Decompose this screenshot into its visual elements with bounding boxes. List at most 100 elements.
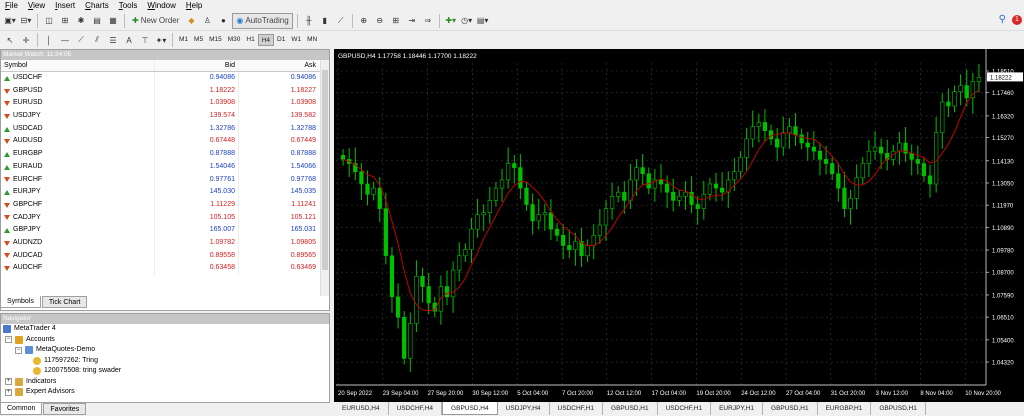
timeframe-mn[interactable]: MN <box>304 34 320 46</box>
autoscroll-icon[interactable]: ⇒ <box>421 13 435 29</box>
market-watch-icon[interactable]: ◫ <box>42 13 56 29</box>
symbol-column-header[interactable]: Symbol <box>1 60 155 71</box>
market-watch-row[interactable]: USDCHF 0.94086 0.94086 <box>1 72 329 85</box>
market-watch-row[interactable]: AUDUSD 0.67448 0.67449 <box>1 135 329 149</box>
chart-tab[interactable]: GBPUSD,H1 <box>603 402 658 415</box>
chart-shift-icon[interactable]: ⇥ <box>405 13 419 29</box>
market-watch-row[interactable]: CADJPY 105.105 105.121 <box>1 211 329 225</box>
tab-symbols[interactable]: Symbols <box>0 296 41 308</box>
market-icon[interactable]: ● <box>216 13 230 29</box>
market-watch-row[interactable]: EURUSD 1.03908 1.03908 <box>1 97 329 111</box>
chart-tab[interactable]: EURGBP,H1 <box>817 402 872 415</box>
zoom-in-icon[interactable]: ⊕ <box>357 13 371 29</box>
timeframe-m15[interactable]: M15 <box>206 34 225 46</box>
chart-tab[interactable]: USDCHF,H1 <box>657 402 712 415</box>
new-order-button[interactable]: ✚ New Order <box>129 13 182 29</box>
fibonacci-icon[interactable]: ☰ <box>106 32 120 48</box>
tab-favorites[interactable]: Favorites <box>43 403 87 415</box>
market-watch-row[interactable]: EURAUD 1.54046 1.54066 <box>1 160 329 174</box>
zoom-out-icon[interactable]: ⊖ <box>373 13 387 29</box>
market-watch-row[interactable]: AUDCAD 0.89558 0.89565 <box>1 249 329 263</box>
market-watch-row[interactable]: EURJPY 145.030 145.035 <box>1 186 329 199</box>
expand-icon[interactable]: + <box>5 378 12 386</box>
menu-charts[interactable]: Charts <box>80 0 114 11</box>
market-watch-row[interactable]: EURCHF 0.97761 0.97768 <box>1 173 329 187</box>
search-icon[interactable]: ⚲ <box>999 14 1006 25</box>
tile-windows-icon[interactable]: ⊞ <box>389 13 403 29</box>
candlestick-icon[interactable]: ▮ <box>318 13 332 29</box>
market-watch-scrollbar[interactable] <box>320 60 329 296</box>
market-watch-row[interactable]: AUDCHF 0.63458 0.63469 <box>1 262 329 275</box>
market-watch-row[interactable]: USDCAD 1.32786 1.32788 <box>1 122 329 136</box>
market-watch-row[interactable]: GBPJPY 165.007 165.031 <box>1 224 329 237</box>
collapse-icon[interactable]: − <box>5 336 12 344</box>
collapse-icon[interactable]: − <box>15 346 22 354</box>
chart-tab[interactable]: GBPUSD,H4 <box>442 402 498 415</box>
nav-indicators[interactable]: + Indicators <box>1 377 329 388</box>
timeframe-d1[interactable]: D1 <box>274 34 288 46</box>
cursor-icon[interactable]: ↖ <box>3 32 17 48</box>
ask-column-header[interactable]: Ask <box>239 60 319 71</box>
periods-icon[interactable]: ◷▾ <box>460 13 474 29</box>
chart-tab[interactable]: USDCHF,H1 <box>549 402 604 415</box>
timeframe-h1[interactable]: H1 <box>243 34 257 46</box>
menu-help[interactable]: Help <box>181 0 207 11</box>
menu-window[interactable]: Window <box>142 0 180 11</box>
chart-tab[interactable]: USDCHF,H4 <box>388 402 443 415</box>
price-chart[interactable]: 1.185101.174601.163201.152701.141301.130… <box>334 49 1024 402</box>
trendline-icon[interactable]: ⟋ <box>74 32 88 48</box>
expand-icon[interactable]: + <box>5 388 12 396</box>
timeframe-m5[interactable]: M5 <box>191 34 206 46</box>
chart-tab[interactable]: USDJPY,H4 <box>497 402 550 415</box>
tab-tick-chart[interactable]: Tick Chart <box>41 296 88 308</box>
bid-column-header[interactable]: Bid <box>155 60 239 71</box>
bar-chart-icon[interactable]: ╫ <box>302 13 316 29</box>
timeframe-h4[interactable]: H4 <box>257 34 274 46</box>
signals-icon[interactable]: ♙ <box>200 13 214 29</box>
nav-experts[interactable]: + Expert Advisors <box>1 387 329 398</box>
indicators-icon[interactable]: ✚▾ <box>444 13 458 29</box>
chart-window[interactable]: 1.185101.174601.163201.152701.141301.130… <box>334 49 1024 416</box>
timeframe-w1[interactable]: W1 <box>288 34 304 46</box>
market-watch-row[interactable]: GBPCHF 1.11229 1.11241 <box>1 198 329 212</box>
new-chart-icon[interactable]: ▣▾ <box>3 13 17 29</box>
chart-tab[interactable]: GBPUSD,H1 <box>763 402 818 415</box>
market-watch-row[interactable]: GBPUSD 1.18222 1.18227 <box>1 84 329 98</box>
chart-tab[interactable]: EURUSD,H4 <box>334 402 389 415</box>
nav-root[interactable]: MetaTrader 4 <box>1 324 329 335</box>
nav-accounts[interactable]: − Accounts <box>1 335 329 346</box>
horizontal-line-icon[interactable]: — <box>58 32 72 48</box>
chart-tab[interactable]: EURJPY,H1 <box>711 402 764 415</box>
templates-icon[interactable]: ▤▾ <box>476 13 490 29</box>
notification-icon[interactable]: 1 <box>1012 14 1022 25</box>
nav-server[interactable]: − MetaQuotes-Demo <box>1 345 329 356</box>
menu-insert[interactable]: Insert <box>50 0 80 11</box>
autotrading-button[interactable]: ◉ AutoTrading <box>232 12 293 29</box>
market-watch-row[interactable]: USDJPY 139.574 139.582 <box>1 110 329 123</box>
channel-icon[interactable]: ⫽ <box>90 32 104 48</box>
crosshair-icon[interactable]: ✛ <box>19 32 33 48</box>
market-watch-row[interactable]: AUDNZD 1.09782 1.09805 <box>1 236 329 250</box>
metaeditor-icon[interactable]: ◆ <box>184 13 198 29</box>
menu-file[interactable]: File <box>0 0 23 11</box>
profiles-icon[interactable]: ⊟▾ <box>19 13 33 29</box>
market-watch-row[interactable]: EURGBP 0.87888 0.87888 <box>1 148 329 161</box>
timeframe-m30[interactable]: M30 <box>225 34 244 46</box>
menu-view[interactable]: View <box>23 0 50 11</box>
text-icon[interactable]: A <box>122 32 136 48</box>
navigator-icon[interactable]: ✱ <box>74 13 88 29</box>
label-icon[interactable]: ⊤ <box>138 32 152 48</box>
tab-common[interactable]: Common <box>0 403 43 415</box>
data-window-icon[interactable]: ⊞ <box>58 13 72 29</box>
scrollbar-thumb[interactable] <box>322 70 328 270</box>
menu-tools[interactable]: Tools <box>114 0 143 11</box>
arrows-icon[interactable]: ✦▾ <box>154 32 168 48</box>
chart-tab[interactable]: GBPUSD,H1 <box>871 402 926 415</box>
nav-account-2[interactable]: 120075508: tring swader <box>1 366 329 377</box>
strategy-tester-icon[interactable]: ▦ <box>106 13 120 29</box>
line-chart-icon[interactable]: ⟋ <box>334 13 348 29</box>
timeframe-m1[interactable]: M1 <box>176 34 191 46</box>
vertical-line-icon[interactable]: │ <box>42 32 56 48</box>
terminal-icon[interactable]: ▤ <box>90 13 104 29</box>
nav-account-1[interactable]: 117597262: Tring <box>1 356 329 367</box>
